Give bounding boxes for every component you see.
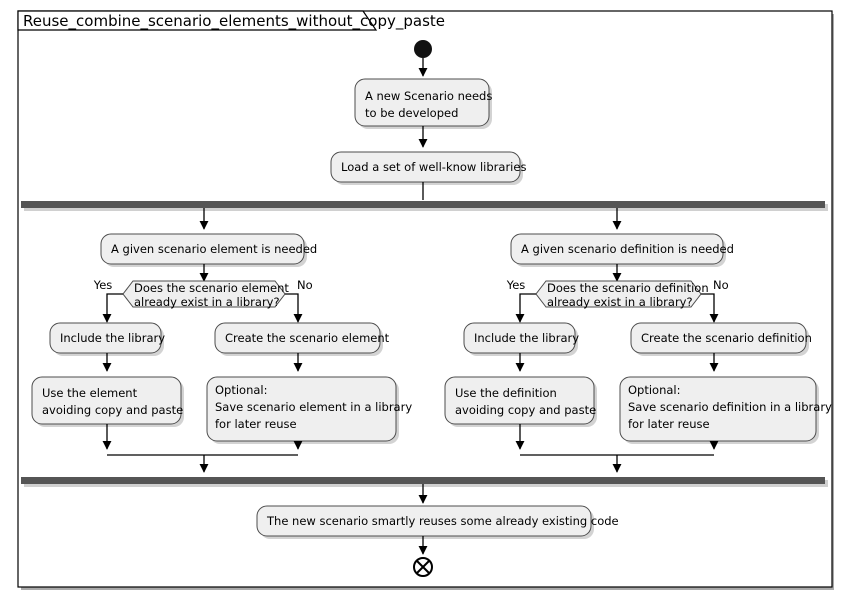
activity-diagram-canvas: Reuse_combine_scenario_elements_without_… [0, 0, 847, 598]
fork-node [21, 201, 828, 211]
activity-use-element-line-2: avoiding copy and paste [42, 403, 183, 417]
activity-load-libraries: Load a set of well-know libraries [330, 151, 526, 185]
activity-include-library-right: Include the library [463, 322, 579, 356]
decision-element-line-2: already exist in a library? [134, 295, 280, 309]
activity-final-summary: The new scenario smartly reuses some alr… [256, 505, 619, 539]
diagram-title-tab: Reuse_combine_scenario_elements_without_… [17, 10, 445, 31]
decision-definition-guard-no: No [713, 278, 729, 292]
activity-create-element-label: Create the scenario element [225, 331, 390, 345]
final-node [413, 557, 433, 577]
decision-element-guard-yes: Yes [93, 278, 113, 292]
activity-element-needed-label: A given scenario element is needed [111, 242, 317, 256]
activity-new-scenario: A new Scenario needs to be developed [354, 78, 492, 129]
activity-save-definition-line-3: for later reuse [628, 417, 710, 431]
activity-save-element: Optional: Save scenario element in a lib… [206, 376, 412, 444]
activity-new-scenario-line-2: to be developed [365, 106, 458, 120]
activity-create-definition-label: Create the scenario definition [641, 331, 812, 345]
activity-save-element-line-2: Save scenario element in a library [215, 400, 412, 414]
activity-use-definition-line-1: Use the definition [455, 386, 557, 400]
activity-definition-needed: A given scenario definition is needed [510, 233, 734, 267]
initial-node [414, 40, 432, 58]
activity-save-element-line-3: for later reuse [215, 417, 297, 431]
activity-include-library-left-label: Include the library [60, 331, 165, 345]
decision-definition-line-1: Does the scenario definition [547, 281, 709, 295]
activity-use-element: Use the element avoiding copy and paste [31, 376, 184, 427]
activity-save-definition-line-1: Optional: [628, 383, 681, 397]
activity-save-definition: Optional: Save scenario definition in a … [619, 376, 832, 444]
decision-definition-guard-yes: Yes [506, 278, 526, 292]
diagram-title: Reuse_combine_scenario_elements_without_… [23, 12, 445, 31]
activity-include-library-left: Include the library [49, 322, 165, 356]
decision-definition-line-2: already exist in a library? [547, 295, 693, 309]
activity-create-definition: Create the scenario definition [630, 322, 812, 356]
activity-create-element: Create the scenario element [214, 322, 390, 356]
activity-include-library-right-label: Include the library [474, 331, 579, 345]
join-node [21, 477, 828, 487]
activity-definition-needed-label: A given scenario definition is needed [521, 242, 734, 256]
activity-load-libraries-label: Load a set of well-know libraries [341, 160, 526, 174]
activity-save-definition-line-2: Save scenario definition in a library [628, 400, 832, 414]
activity-final-summary-label: The new scenario smartly reuses some alr… [266, 514, 619, 528]
activity-use-element-line-1: Use the element [42, 386, 138, 400]
decision-element-line-1: Does the scenario element [134, 281, 289, 295]
activity-use-definition: Use the definition avoiding copy and pas… [444, 376, 597, 427]
activity-save-element-line-1: Optional: [215, 383, 268, 397]
activity-element-needed: A given scenario element is needed [100, 233, 317, 267]
decision-element-guard-no: No [297, 278, 313, 292]
activity-new-scenario-line-1: A new Scenario needs [365, 89, 492, 103]
activity-use-definition-line-2: avoiding copy and paste [455, 403, 596, 417]
